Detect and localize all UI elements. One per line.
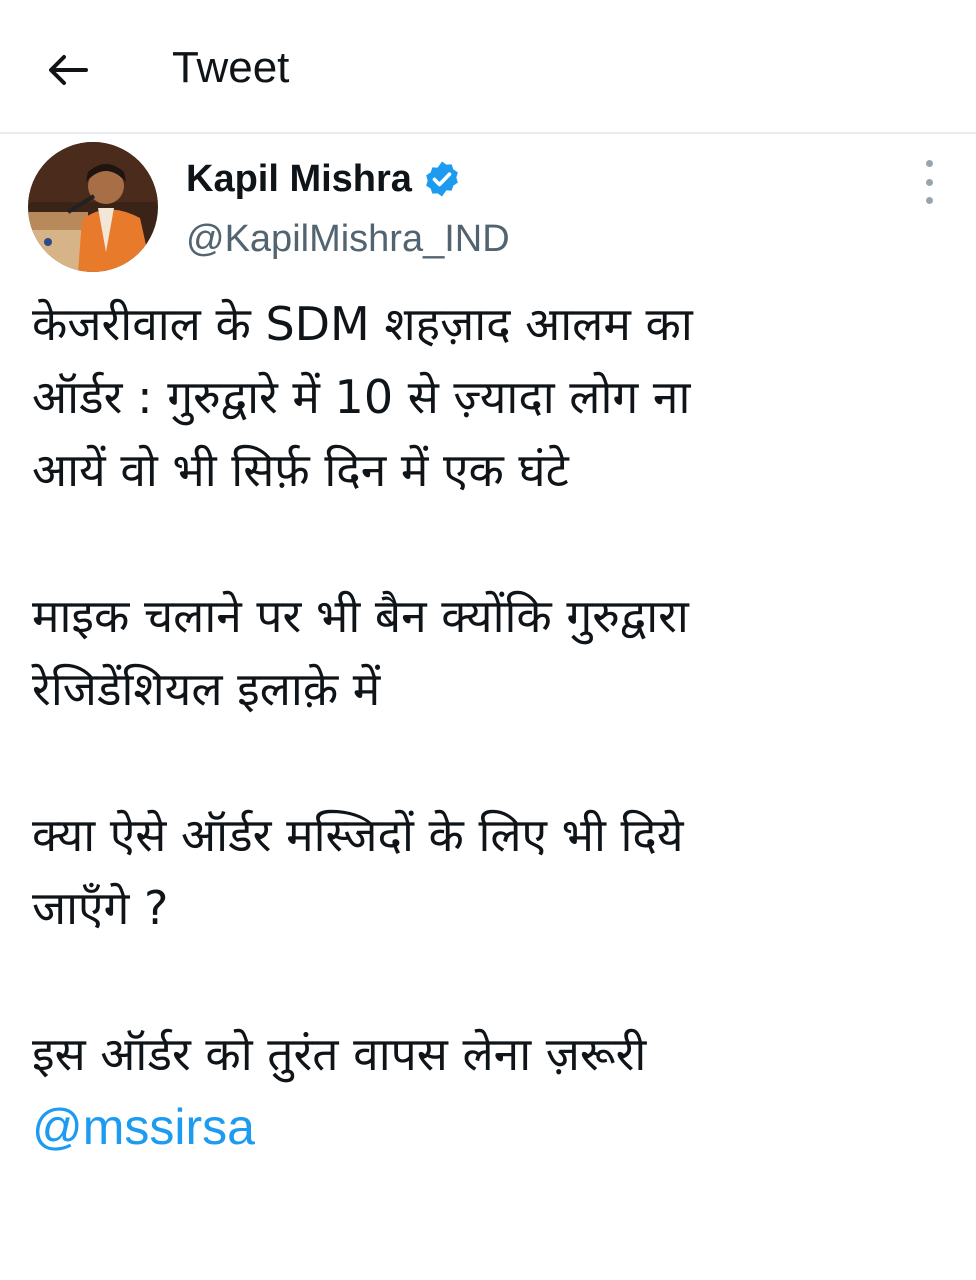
more-dot <box>925 197 933 204</box>
more-options-button[interactable] <box>914 160 944 204</box>
top-app-bar: Tweet <box>0 0 976 134</box>
more-dot <box>925 178 933 186</box>
back-button[interactable] <box>42 44 94 96</box>
tweet-line: इस ऑर्डर को तुरंत वापस लेना ज़रूरी <box>32 1027 647 1081</box>
author-name-text: Kapil Mishra <box>186 158 412 200</box>
tweet-line: आयें वो भी सिर्फ़ दिन में एक घंटे <box>32 443 569 497</box>
profile-photo <box>28 142 158 272</box>
tweet-line: क्या ऐसे ऑर्डर मस्जिदों के लिए भी दिये <box>32 808 684 862</box>
tweet-line: ऑर्डर : गुरुद्वारे में 10 से ज़्यादा लोग… <box>32 370 691 424</box>
tweet-line: माइक चलाने पर भी बैन क्योंकि गुरुद्वारा <box>32 589 689 643</box>
tweet-text: केजरीवाल के SDM शहज़ाद आलम का ऑर्डर : गु… <box>32 288 952 1165</box>
mention-link-line: @mssirsa <box>32 1091 952 1165</box>
tweet-line: रेजिडेंशियल इलाक़े में <box>32 662 381 716</box>
author-name[interactable]: Kapil Mishra <box>186 154 462 204</box>
tweet-line: केजरीवाल के SDM शहज़ाद आलम का <box>32 297 693 351</box>
tweet-line: जाएँगे ? <box>32 881 169 935</box>
page-title: Tweet <box>172 43 290 92</box>
avatar[interactable] <box>28 142 158 272</box>
arrow-left-icon <box>49 55 88 85</box>
more-vertical-icon <box>925 160 933 167</box>
author-handle[interactable]: @KapilMishra_IND <box>186 214 510 264</box>
mention-link[interactable]: @mssirsa <box>32 1099 255 1155</box>
verified-badge-icon <box>422 159 462 199</box>
